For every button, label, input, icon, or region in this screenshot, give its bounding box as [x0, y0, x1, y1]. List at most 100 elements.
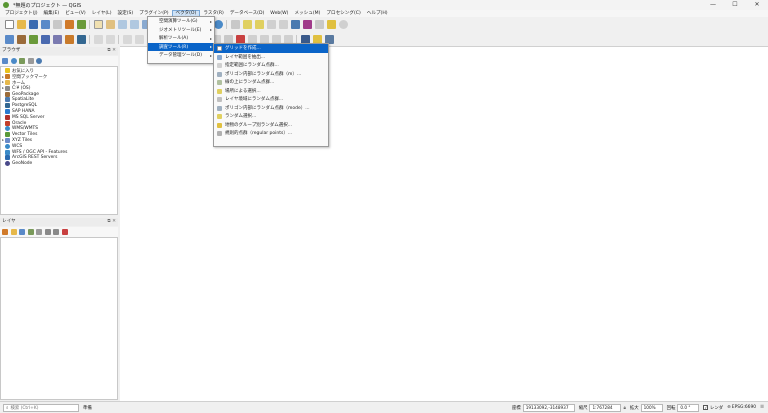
layout-manager-icon[interactable] — [64, 19, 74, 29]
add-delimited-text-icon[interactable] — [64, 34, 74, 44]
collapse-all-icon[interactable] — [53, 229, 59, 235]
menu-item-extract-layer-extent[interactable]: レイヤ範囲を抽出... — [214, 53, 328, 62]
menu-item-select-by-location[interactable]: 場所による選択... — [214, 87, 328, 96]
filter-expression-icon[interactable] — [36, 229, 42, 235]
scale-field[interactable]: 1:767284 — [589, 403, 622, 412]
print-layout-icon[interactable] — [52, 19, 62, 29]
add-mesh-layer-icon[interactable] — [52, 34, 62, 44]
zoom-out-icon[interactable] — [129, 19, 139, 29]
menu-web[interactable]: Web(W) — [267, 10, 291, 17]
qgis-logo-icon — [3, 2, 9, 8]
random-points-polygon-icon — [217, 71, 222, 77]
map-tips-icon[interactable] — [338, 19, 348, 29]
menu-item-random-points-in-layer-bounds[interactable]: レイヤ境域にランダム点群... — [214, 95, 328, 104]
collapse-all-icon[interactable] — [27, 58, 34, 64]
menu-help[interactable]: ヘルプ(H) — [364, 10, 391, 17]
zoom-in-icon[interactable] — [117, 19, 127, 29]
menu-project[interactable]: プロジェクト(J) — [2, 10, 41, 17]
menu-item-random-selection-within-subsets[interactable]: 地物のグループ別ランダム選択... — [214, 121, 328, 130]
menu-item-regular-points[interactable]: 規則的点群（regular points）... — [214, 129, 328, 138]
menu-item-random-points-in-extent[interactable]: 指定範囲にランダム点群... — [214, 61, 328, 70]
menu-item-create-grid[interactable]: グリッドを作成... — [214, 44, 328, 53]
menu-item-random-selection[interactable]: ランダム選択... — [214, 112, 328, 121]
menu-item-analysis-tools[interactable]: 解析ツール(A) ▸ — [148, 34, 214, 43]
filter-icon[interactable] — [19, 58, 25, 64]
menu-layer[interactable]: レイヤ(L) — [89, 10, 115, 17]
new-geopackage-layer-icon[interactable] — [16, 34, 26, 44]
render-checkbox[interactable]: ✓ — [703, 405, 709, 410]
menu-mesh[interactable]: メッシュ(M) — [291, 10, 323, 17]
crs-button[interactable]: EPSG:6690 — [732, 405, 756, 410]
menu-database[interactable]: データベース(D) — [227, 10, 267, 17]
browser-tree: お気に入り ▸ 空間ブックマーク ▸ ホーム ▸ C:¥ (OS) GeoPackag… — [1, 68, 117, 167]
maximize-button[interactable]: ☐ — [724, 0, 746, 10]
wfs-icon — [5, 149, 10, 155]
filter-legend-icon[interactable] — [27, 229, 34, 235]
geonode-icon — [5, 161, 10, 167]
pan-icon[interactable] — [93, 19, 103, 29]
coordinate-field[interactable]: 19133092,-3148937 — [522, 403, 575, 412]
locator-search-input[interactable]: ⌕ 検索 (Ctrl+K) — [3, 403, 79, 412]
panel-float-close-icon[interactable]: ⧉ ✕ — [107, 218, 116, 226]
add-group-icon[interactable] — [10, 229, 17, 235]
add-postgis-icon[interactable] — [76, 34, 86, 44]
properties-icon[interactable] — [36, 58, 42, 64]
minimize-button[interactable]: — — [702, 0, 724, 10]
refresh-icon[interactable] — [10, 58, 17, 64]
attribute-table-icon[interactable] — [266, 19, 276, 29]
style-manager-icon[interactable] — [76, 19, 86, 29]
menu-edit[interactable]: 編集(E) — [41, 10, 63, 17]
save-as-icon[interactable] — [40, 19, 50, 29]
drive-icon — [5, 85, 10, 91]
close-button[interactable]: ✕ — [746, 0, 768, 10]
remove-layer-icon[interactable] — [61, 229, 68, 235]
lock-scale-icon[interactable]: 🔒︎ — [623, 405, 625, 411]
menu-item-research-tools[interactable]: 調査ツール(R) ▸ — [148, 42, 214, 51]
magnifier-field[interactable]: 100% — [640, 403, 663, 412]
rotation-label: 回転 — [666, 405, 676, 411]
menu-view[interactable]: ビュー(V) — [62, 10, 89, 17]
add-raster-layer-icon[interactable] — [40, 34, 50, 44]
toggle-editing-icon[interactable] — [93, 34, 103, 44]
expand-all-icon[interactable] — [44, 229, 51, 235]
research-tools-icon — [151, 45, 156, 50]
message-log-icon[interactable]: ☰ — [760, 405, 764, 410]
rotation-field[interactable]: 0.0 ° — [677, 403, 700, 412]
menu-item-geoprocessing[interactable]: 空間演算ツール(G) ▸ — [148, 17, 214, 26]
menu-processing[interactable]: プロセシング(C) — [323, 10, 363, 17]
browser-item-geonode[interactable]: GeoNode — [1, 161, 117, 167]
layer-styling-icon[interactable] — [2, 229, 8, 235]
vertex-tool-icon[interactable] — [122, 34, 132, 44]
menu-settings[interactable]: 設定(S) — [115, 10, 137, 17]
data-source-manager-icon[interactable] — [4, 34, 14, 44]
crs-icon[interactable]: ⊕ — [727, 405, 731, 410]
measure-icon[interactable] — [314, 19, 324, 29]
magnifier-label: 拡大 — [629, 405, 639, 411]
menu-item-data-management[interactable]: データ管理ツール(D) ▸ — [148, 51, 214, 60]
chevron-right-icon: ▸ — [209, 44, 212, 50]
deselect-icon[interactable] — [254, 19, 264, 29]
digitize-icon[interactable] — [105, 34, 115, 44]
field-calculator-icon[interactable] — [278, 19, 288, 29]
annotation-icon[interactable] — [326, 19, 336, 29]
menu-item-geometry-tools[interactable]: ジオメトリツール(E) ▸ — [148, 26, 214, 35]
add-selected-layers-icon[interactable] — [2, 58, 8, 64]
add-vector-layer-icon[interactable] — [28, 34, 38, 44]
menu-item-random-points-in-polygons-m[interactable]: ポリゴン内部にランダム点群（m）... — [214, 70, 328, 79]
manage-visibility-icon[interactable] — [19, 229, 25, 235]
toolbox-icon[interactable] — [290, 19, 300, 29]
menu-item-random-points-in-polygons-mode[interactable]: ポリゴン内部にランダム点群（mode）... — [214, 104, 328, 113]
render-toggle[interactable]: ✓ レンダ — [703, 405, 723, 411]
pan-to-selection-icon[interactable] — [105, 19, 115, 29]
menu-item-random-points-on-lines[interactable]: 線の上にランダム点群... — [214, 78, 328, 87]
statistics-icon[interactable] — [302, 19, 312, 29]
open-project-icon[interactable] — [16, 19, 26, 29]
select-features-icon[interactable] — [242, 19, 252, 29]
panel-float-close-icon[interactable]: ⧉ ✕ — [107, 47, 116, 55]
browser-panel-title: ブラウザ — [2, 48, 21, 53]
save-project-icon[interactable] — [28, 19, 38, 29]
new-project-icon[interactable] — [4, 19, 14, 29]
chevron-right-icon: ▸ — [209, 18, 212, 24]
delete-selected-icon[interactable] — [134, 34, 144, 44]
identify-icon[interactable] — [230, 19, 240, 29]
